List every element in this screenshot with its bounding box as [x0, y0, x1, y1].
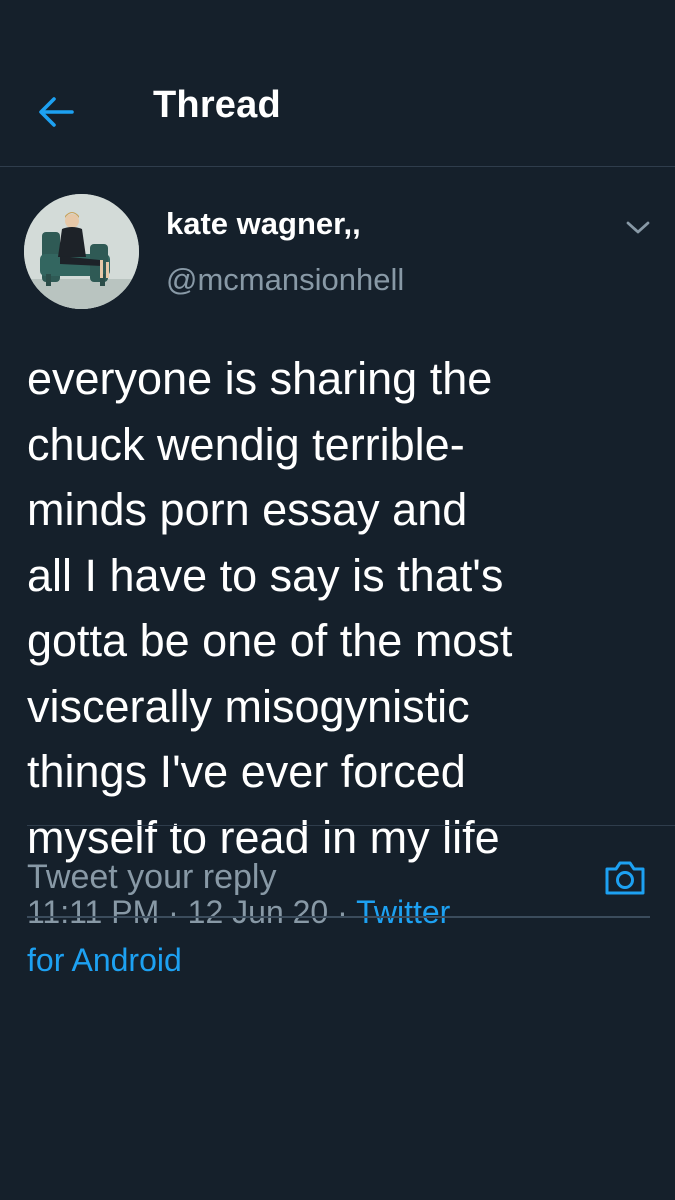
chevron-down-icon: [626, 221, 650, 234]
divider: [27, 825, 675, 826]
thread-screen: Thread kate wagner,, @mcmansionhell ever…: [0, 0, 675, 1200]
avatar-image: [24, 194, 139, 309]
user-handle[interactable]: @mcmansionhell: [166, 262, 404, 298]
arrow-left-icon: [39, 97, 74, 127]
app-header: Thread: [0, 52, 675, 167]
status-bar-area: [0, 0, 675, 52]
reply-input[interactable]: Tweet your reply: [27, 850, 650, 918]
tweet-menu-button[interactable]: [620, 214, 656, 242]
display-name[interactable]: kate wagner,,: [166, 206, 361, 242]
tweet-text: everyone is sharing the chuck wendig ter…: [27, 353, 513, 863]
bottom-area: [0, 1104, 675, 1200]
camera-button[interactable]: [602, 856, 648, 898]
page-title: Thread: [153, 84, 281, 126]
back-button[interactable]: [30, 86, 82, 138]
camera-icon: [605, 861, 645, 895]
avatar[interactable]: [24, 194, 139, 309]
reply-placeholder: Tweet your reply: [27, 858, 277, 896]
